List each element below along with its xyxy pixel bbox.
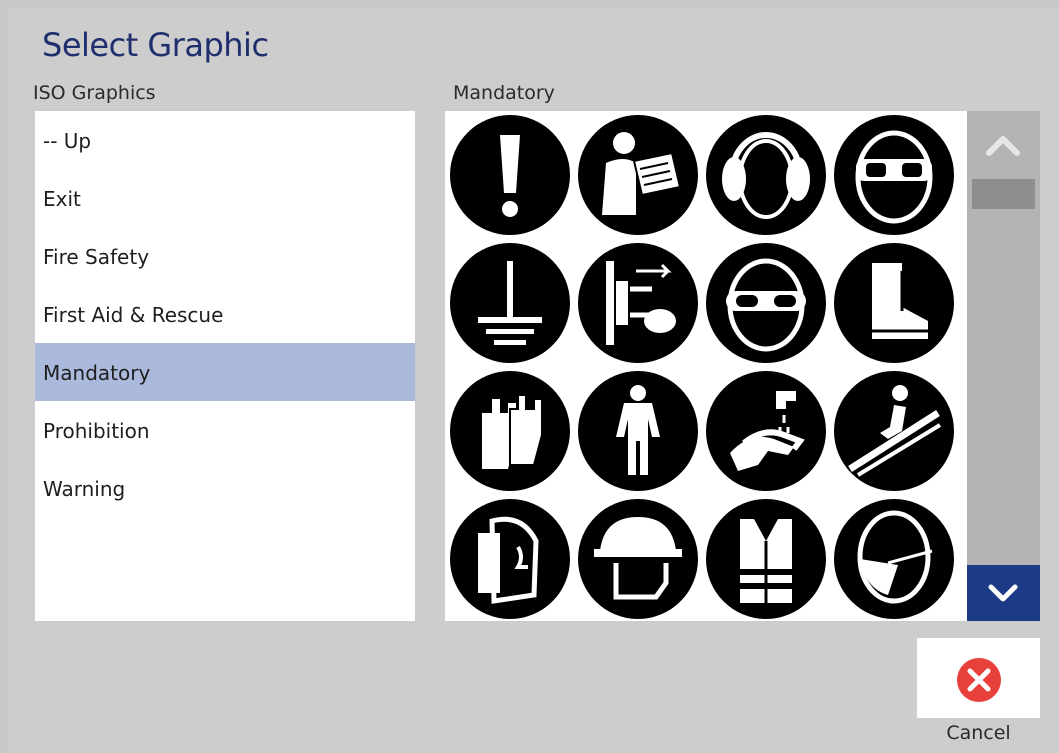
dialog-title: Select Graphic <box>42 26 269 64</box>
cancel-button-box[interactable] <box>917 638 1040 718</box>
graphics-grid <box>445 111 967 621</box>
safety-goggles-icon[interactable] <box>704 241 828 365</box>
safety-boots-icon[interactable] <box>832 241 956 365</box>
list-item-up[interactable]: -- Up <box>35 111 415 169</box>
list-item-first-aid[interactable]: First Aid & Rescue <box>35 285 415 343</box>
earth-ground-icon[interactable] <box>448 241 572 365</box>
list-item-mandatory[interactable]: Mandatory <box>35 343 415 401</box>
category-header: ISO Graphics <box>33 82 156 104</box>
use-handrail-icon[interactable] <box>832 369 956 493</box>
category-list: -- Up Exit Fire Safety First Aid & Rescu… <box>35 111 415 621</box>
eye-protection-icon[interactable] <box>832 113 956 237</box>
close-circle-icon <box>957 658 1001 702</box>
ear-protection-icon[interactable] <box>704 113 828 237</box>
chevron-up-icon <box>986 136 1020 156</box>
graphics-header: Mandatory <box>453 82 555 104</box>
cancel-button[interactable]: Cancel <box>917 638 1040 748</box>
read-manual-icon[interactable] <box>576 113 700 237</box>
scroll-up-button[interactable] <box>967 111 1040 175</box>
face-mask-icon[interactable] <box>832 497 956 621</box>
list-item-prohibition[interactable]: Prohibition <box>35 401 415 459</box>
scroll-down-button[interactable] <box>967 565 1040 621</box>
wash-hands-icon[interactable] <box>704 369 828 493</box>
face-shield-icon[interactable] <box>448 497 572 621</box>
protective-gloves-icon[interactable] <box>448 369 572 493</box>
hard-hat-icon[interactable] <box>576 497 700 621</box>
graphics-scrollbar[interactable] <box>967 111 1040 621</box>
chevron-down-icon <box>988 584 1018 602</box>
list-item-fire-safety[interactable]: Fire Safety <box>35 227 415 285</box>
cancel-label: Cancel <box>946 722 1011 744</box>
general-mandatory-icon[interactable] <box>448 113 572 237</box>
list-item-exit[interactable]: Exit <box>35 169 415 227</box>
protective-clothing-icon[interactable] <box>576 369 700 493</box>
disconnect-before-maintenance-icon[interactable] <box>576 241 700 365</box>
list-item-warning[interactable]: Warning <box>35 459 415 517</box>
high-visibility-vest-icon[interactable] <box>704 497 828 621</box>
scroll-thumb[interactable] <box>972 179 1035 209</box>
